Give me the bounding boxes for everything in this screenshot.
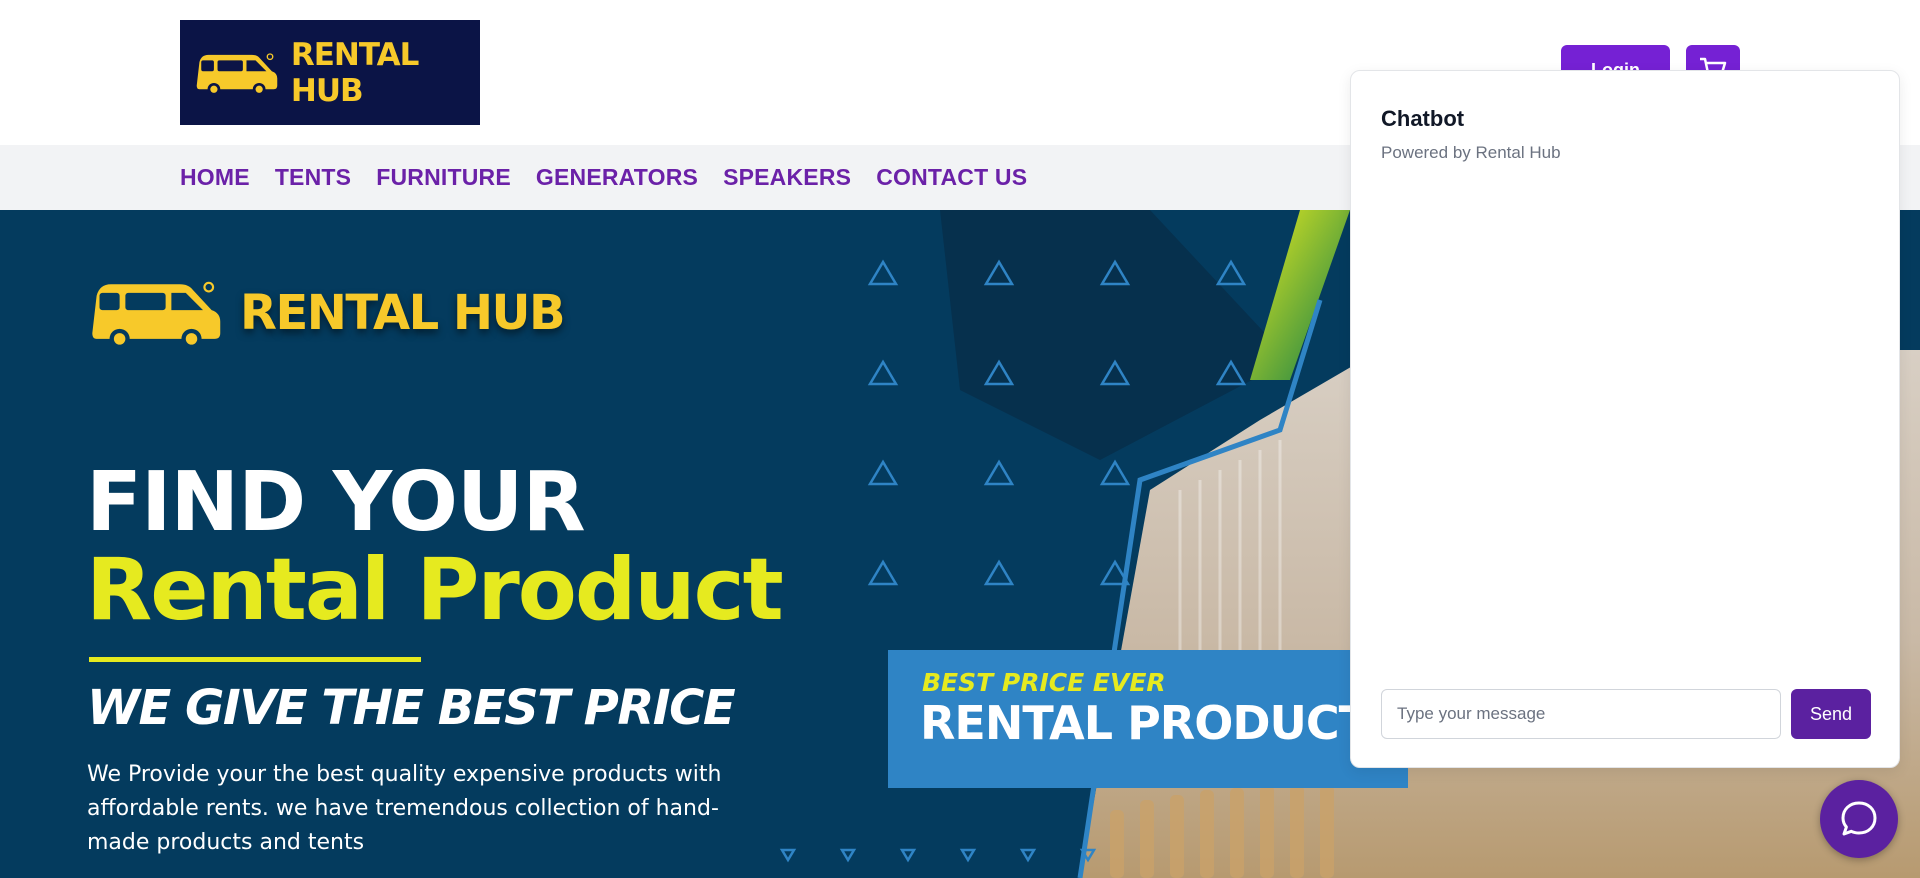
promo-title: RENTAL PRODUCTS (920, 696, 1402, 750)
van-icon (92, 281, 221, 349)
hero-logo-text: RENTAL HUB (240, 285, 566, 341)
hero-divider (89, 657, 421, 662)
nav-item-contact-us[interactable]: CONTACT US (876, 164, 1027, 191)
chatbot-panel: Chatbot Powered by Rental Hub Send (1350, 70, 1900, 768)
hero-logo: RENTAL HUB (88, 275, 566, 351)
hero-tagline: WE GIVE THE BEST PRICE (87, 680, 736, 736)
nav-item-furniture[interactable]: FURNITURE (376, 164, 511, 191)
nav-item-generators[interactable]: GENERATORS (536, 164, 698, 191)
nav-item-home[interactable]: HOME (180, 164, 250, 191)
hero-description: We Provide your the best quality expensi… (87, 762, 722, 855)
site-logo[interactable]: RENTAL HUB (180, 20, 480, 125)
nav-list: HOME TENTS FURNITURE GENERATORS SPEAKERS… (180, 145, 1027, 210)
chatbot-subtitle: Powered by Rental Hub (1381, 143, 1561, 162)
chat-toggle-button[interactable] (1820, 780, 1898, 858)
nav-item-tents[interactable]: TENTS (275, 164, 351, 191)
promo-subtitle: BEST PRICE EVER (922, 668, 1166, 697)
nav-item-speakers[interactable]: SPEAKERS (723, 164, 851, 191)
promo-banner: BEST PRICE EVER RENTAL PRODUCTS (888, 650, 1408, 788)
send-button[interactable]: Send (1791, 689, 1871, 739)
van-icon (196, 52, 278, 96)
hero-title-line2: Rental Product (86, 540, 784, 640)
hero-title-line1: FIND YOUR (86, 455, 586, 550)
chatbot-title: Chatbot (1381, 106, 1465, 131)
chat-message-input[interactable] (1381, 689, 1781, 739)
chat-bubble-icon (1841, 801, 1877, 836)
logo-text: RENTAL HUB (290, 36, 419, 109)
